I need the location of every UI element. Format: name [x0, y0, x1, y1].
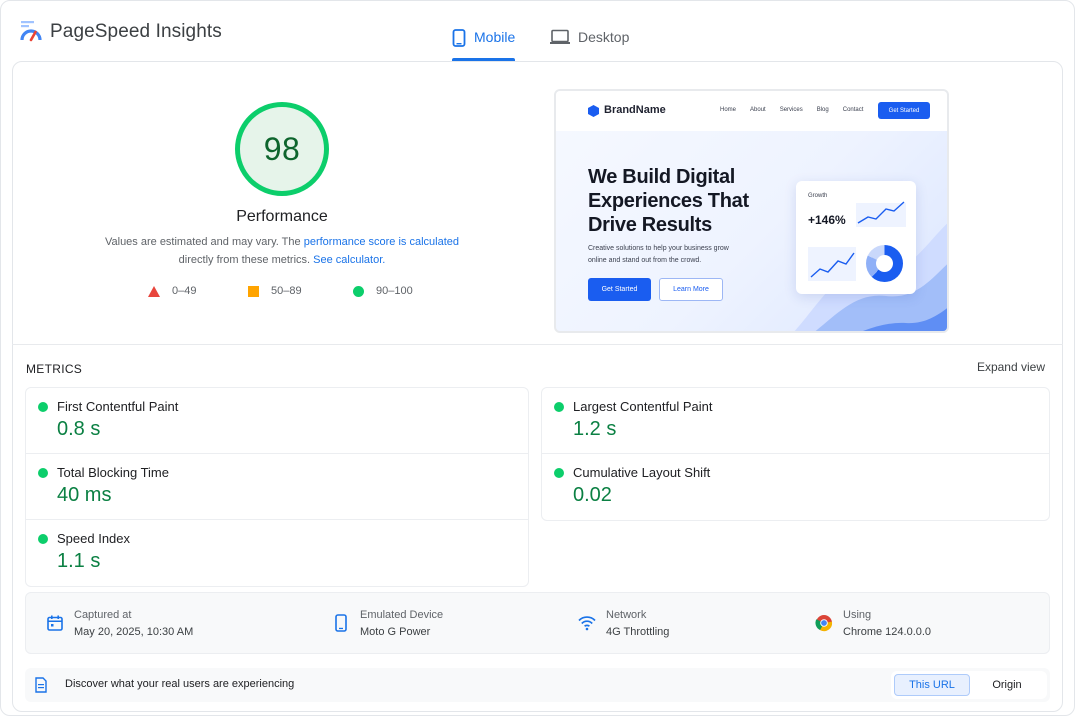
- preview-nav-link: Blog: [816, 107, 829, 113]
- info-label: Network: [606, 609, 647, 621]
- see-calculator-link[interactable]: See calculator.: [313, 254, 385, 266]
- calendar-icon: [47, 615, 63, 631]
- info-label: Emulated Device: [360, 609, 444, 621]
- metric-value: 0.02: [573, 484, 612, 506]
- pass-dot-icon: [38, 534, 48, 544]
- desc-text-2: directly from these metrics.: [178, 254, 314, 266]
- square-icon: [248, 285, 259, 297]
- origin-button[interactable]: Origin: [970, 674, 1044, 696]
- preview-headline: We Build Digital Experiences That Drive …: [588, 166, 749, 236]
- preview-brand: BrandName: [604, 104, 666, 116]
- legend-fail: 0–49: [148, 285, 196, 297]
- expand-view-toggle[interactable]: Expand view: [977, 360, 1045, 374]
- triangle-icon: [148, 285, 160, 297]
- preview-nav-cta: Get Started: [878, 102, 930, 119]
- metric-value: 1.2 s: [573, 418, 617, 440]
- preview-subtext: Creative solutions to help your business…: [588, 245, 729, 264]
- sparkline-icon: [856, 201, 906, 227]
- pass-dot-icon: [38, 402, 48, 412]
- performance-description: Values are estimated and may vary. The p…: [100, 233, 464, 269]
- legend-average: 50–89: [248, 285, 302, 297]
- legend-pass-label: 90–100: [376, 285, 413, 297]
- metrics-column-right: Largest Contentful Paint 1.2 s Cumulativ…: [541, 387, 1050, 521]
- tab-mobile[interactable]: Mobile: [452, 29, 516, 61]
- info-value: Moto G Power: [360, 626, 431, 638]
- laptop-icon: [550, 29, 570, 44]
- preview-get-started-button: Get Started: [588, 278, 651, 301]
- metric-name: Cumulative Layout Shift: [573, 465, 711, 480]
- metric-tbt: Total Blocking Time 40 ms: [26, 454, 528, 520]
- tab-mobile-label: Mobile: [474, 29, 516, 45]
- metric-fcp: First Contentful Paint 0.8 s: [26, 388, 528, 454]
- section-divider: [12, 344, 1063, 345]
- phone-icon: [335, 614, 347, 632]
- preview-nav-link: Services: [779, 107, 803, 113]
- metric-name: Speed Index: [57, 531, 131, 546]
- metric-value: 1.1 s: [57, 550, 101, 572]
- circle-icon: [353, 285, 364, 297]
- info-value: Chrome 124.0.0.0: [843, 626, 932, 638]
- tab-desktop-label: Desktop: [578, 29, 630, 45]
- pass-dot-icon: [554, 402, 564, 412]
- pagespeed-logo-icon: [20, 21, 42, 42]
- performance-score-value: 98: [263, 130, 301, 167]
- info-label: Captured at: [74, 609, 132, 621]
- metric-name: Largest Contentful Paint: [573, 399, 713, 414]
- legend-pass: 90–100: [353, 285, 413, 297]
- legend-fail-label: 0–49: [172, 285, 197, 297]
- metrics-heading: METRICS: [26, 362, 83, 376]
- performance-label: Performance: [236, 208, 328, 225]
- metric-name: First Contentful Paint: [57, 399, 179, 414]
- preview-growth-label: Growth: [808, 193, 828, 199]
- legend-average-label: 50–89: [271, 285, 302, 297]
- pass-dot-icon: [38, 468, 48, 478]
- preview-nav-link: About: [750, 107, 766, 113]
- donut-chart-icon: [866, 245, 903, 282]
- performance-score-gauge: 98: [235, 102, 329, 196]
- line-chart-icon: [808, 247, 856, 281]
- preview-nav-link: Home: [720, 107, 737, 113]
- pass-dot-icon: [554, 468, 564, 478]
- metric-value: 0.8 s: [57, 418, 101, 440]
- run-info-bar: Captured at May 20, 2025, 10:30 AM Emula…: [25, 592, 1050, 654]
- phone-icon: [452, 29, 466, 47]
- this-url-button[interactable]: This URL: [894, 674, 970, 696]
- metric-name: Total Blocking Time: [57, 465, 169, 480]
- document-icon: [35, 677, 47, 693]
- metric-cls: Cumulative Layout Shift 0.02: [542, 454, 1049, 520]
- metric-lcp: Largest Contentful Paint 1.2 s: [542, 388, 1049, 454]
- real-user-data-bar: Discover what your real users are experi…: [25, 668, 1050, 702]
- app-title: PageSpeed Insights: [50, 21, 222, 42]
- preview-navbar: BrandName Home About Services Blog Conta…: [556, 91, 947, 131]
- desc-text-1: Values are estimated and may vary. The: [104, 236, 304, 248]
- brand-logo-icon: [588, 105, 599, 117]
- performance-score-link[interactable]: performance score is calculated: [304, 236, 459, 248]
- info-value: May 20, 2025, 10:30 AM: [74, 626, 194, 638]
- preview-learn-more-button: Learn More: [659, 278, 723, 301]
- url-origin-toggle: This URL Origin: [891, 671, 1047, 699]
- preview-growth-card: Growth +146%: [796, 181, 916, 294]
- preview-growth-value: +146%: [808, 213, 846, 227]
- metrics-column-left: First Contentful Paint 0.8 s Total Block…: [25, 387, 529, 587]
- wifi-icon: [578, 616, 596, 631]
- info-value: 4G Throttling: [606, 626, 670, 638]
- preview-nav-link: Contact: [842, 107, 864, 113]
- tab-desktop[interactable]: Desktop: [550, 29, 629, 61]
- page-screenshot-preview: BrandName Home About Services Blog Conta…: [554, 89, 949, 333]
- info-label: Using: [843, 609, 872, 621]
- real-user-data-text: Discover what your real users are experi…: [65, 678, 295, 690]
- chrome-icon: [815, 615, 833, 632]
- metric-value: 40 ms: [57, 484, 112, 506]
- preview-nav-links: Home About Services Blog Contact: [720, 107, 863, 113]
- metric-si: Speed Index 1.1 s: [26, 520, 528, 586]
